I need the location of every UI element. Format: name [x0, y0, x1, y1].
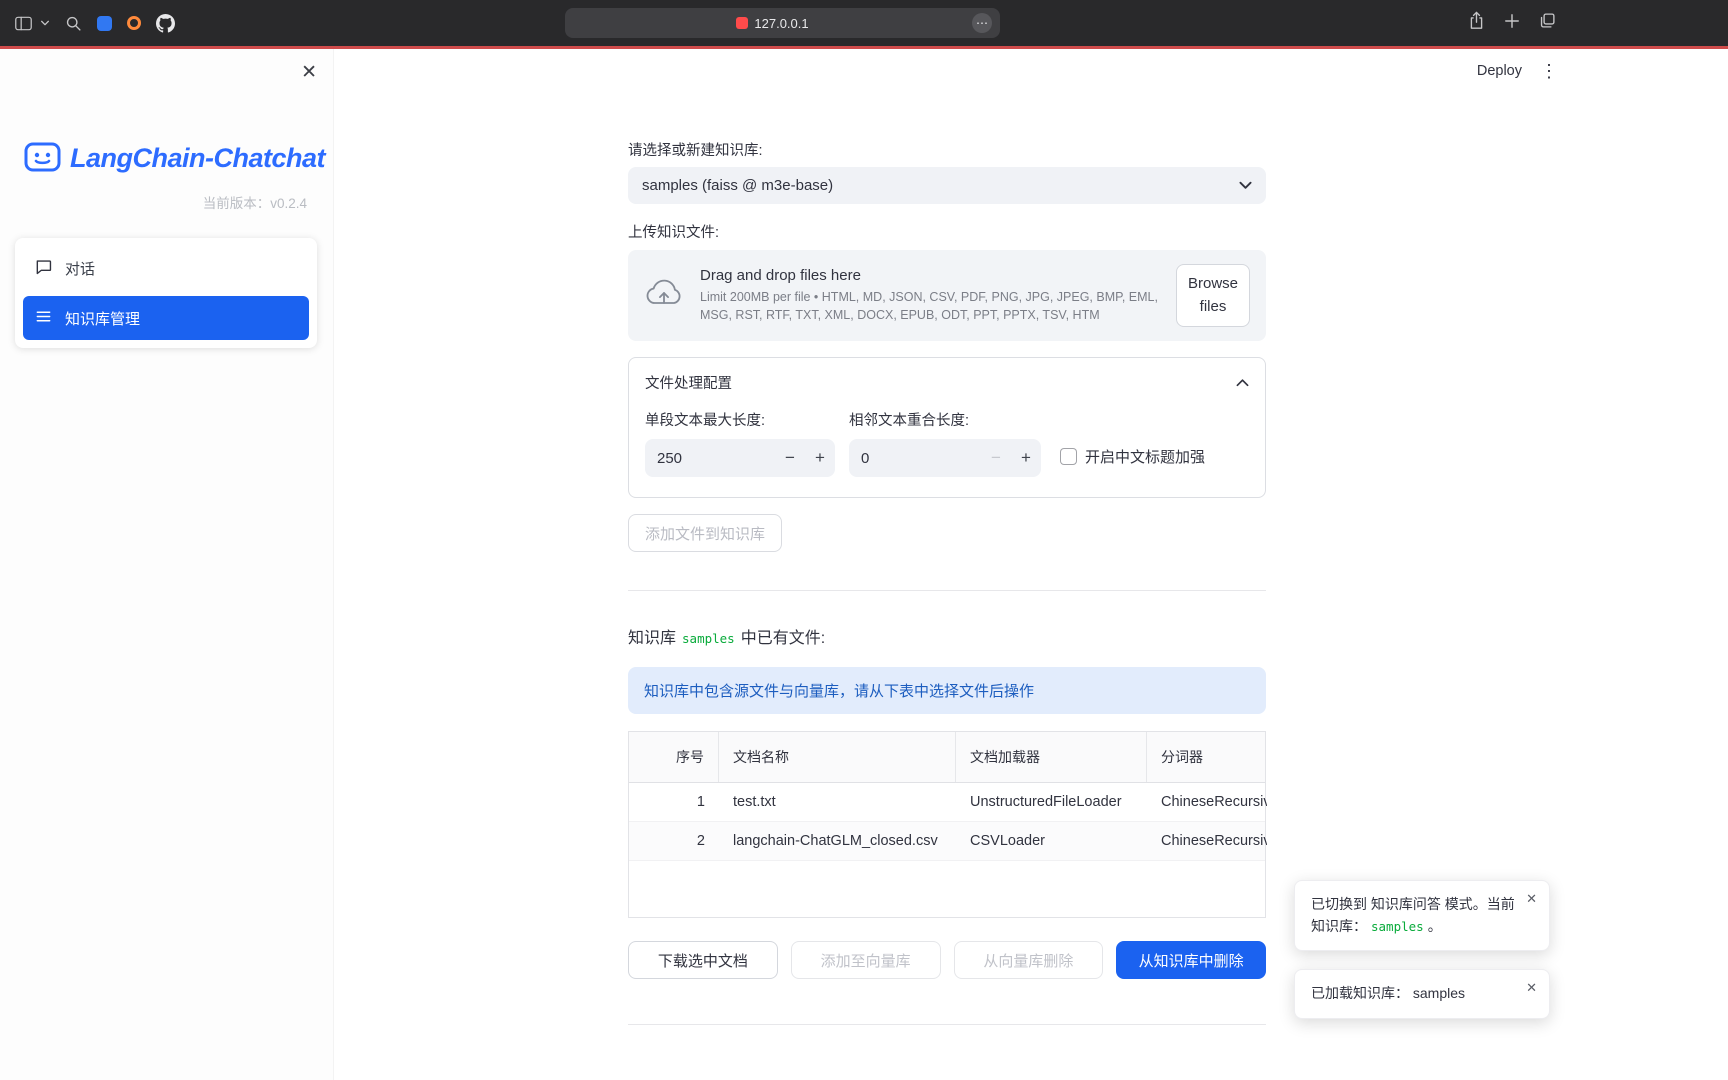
chunk-overlap-increment-icon[interactable]: + [1011, 439, 1041, 477]
heading-prefix: 知识库 [628, 630, 676, 647]
zh-title-enhance-checkbox-group: 开启中文标题加强 [1060, 437, 1205, 475]
share-icon[interactable] [1468, 11, 1485, 35]
add-to-vectorstore-button[interactable]: 添加至向量库 [791, 941, 941, 979]
table-row[interactable]: 2 langchain-ChatGLM_closed.csv CSVLoader… [629, 822, 1265, 861]
toast-kb-code: samples [1371, 919, 1424, 934]
logo-text: LangChain-Chatchat [70, 143, 325, 174]
zh-title-enhance-checkbox[interactable] [1060, 448, 1077, 465]
table-header: 序号 文档名称 文档加载器 分词器 [629, 732, 1265, 783]
chevron-up-icon [1236, 375, 1249, 391]
sidebar-close-icon[interactable]: ✕ [297, 59, 321, 86]
main-menu-icon[interactable]: ⋮ [1540, 62, 1558, 80]
table-empty-space [629, 861, 1265, 917]
sidebar: ✕ LangChain-Chatchat 当前版本：v0.2.4 对话 [0, 49, 334, 1080]
tab-overview-icon[interactable] [1539, 12, 1556, 34]
deploy-button[interactable]: Deploy [1477, 63, 1522, 79]
zh-title-enhance-label[interactable]: 开启中文标题加强 [1085, 446, 1205, 467]
kb-select-value: samples (faiss @ m3e-base) [642, 177, 833, 194]
chunk-overlap-decrement-icon[interactable]: − [981, 439, 1011, 477]
chat-bubble-icon [35, 258, 52, 279]
main-area: Deploy ⋮ 请选择或新建知识库: samples (faiss @ m3e… [334, 49, 1728, 1080]
github-icon[interactable] [156, 14, 175, 33]
search-icon[interactable] [65, 15, 82, 32]
column-header-loader[interactable]: 文档加载器 [956, 732, 1147, 782]
column-header-splitter[interactable]: 分词器 [1147, 732, 1267, 782]
sidebar-item-chat[interactable]: 对话 [23, 246, 309, 290]
expander-title: 文件处理配置 [645, 372, 732, 393]
dropzone-title: Drag and drop files here [700, 267, 1160, 284]
kb-name-code: samples [682, 631, 735, 646]
divider [628, 1024, 1266, 1025]
cell-docname: test.txt [719, 783, 956, 821]
kb-stack-icon [35, 308, 52, 329]
toast-text: 。 [1428, 918, 1442, 934]
file-dropzone[interactable]: Drag and drop files here Limit 200MB per… [628, 250, 1266, 341]
delete-from-kb-button[interactable]: 从知识库中删除 [1116, 941, 1266, 979]
chunk-overlap-input[interactable] [849, 439, 981, 477]
cell-index: 2 [629, 822, 719, 860]
column-header-docname[interactable]: 文档名称 [719, 732, 956, 782]
browser-toolbar: 127.0.0.1 ⋯ [0, 0, 1728, 46]
table-actions: 下载选中文档 添加至向量库 从向量库删除 从知识库中删除 [628, 941, 1266, 979]
file-config-expander: 文件处理配置 单段文本最大长度: − + [628, 357, 1266, 498]
site-favicon [736, 17, 748, 29]
toast-kb-loaded: 已加载知识库： samples ✕ [1294, 969, 1550, 1019]
kb-select[interactable]: samples (faiss @ m3e-base) [628, 167, 1266, 204]
page-settings-icon[interactable]: ⋯ [972, 13, 992, 33]
info-banner: 知识库中包含源文件与向量库，请从下表中选择文件后操作 [628, 667, 1266, 714]
toast-stack: 已切换到 知识库问答 模式。当前知识库：samples。 ✕ 已加载知识库： s… [1294, 880, 1550, 1019]
cell-splitter: ChineseRecursive [1147, 822, 1267, 860]
version-label: 当前版本：v0.2.4 [0, 192, 333, 212]
new-tab-icon[interactable] [1504, 13, 1520, 34]
chunk-overlap-label: 相邻文本重合长度: [849, 409, 1041, 430]
chunk-size-decrement-icon[interactable]: − [775, 439, 805, 477]
cell-docname: langchain-ChatGLM_closed.csv [719, 822, 956, 860]
cell-loader: CSVLoader [956, 822, 1147, 860]
app-logo: LangChain-Chatchat [0, 139, 333, 178]
cell-index: 1 [629, 783, 719, 821]
download-selected-button[interactable]: 下载选中文档 [628, 941, 778, 979]
chunk-overlap-field: 相邻文本重合长度: − + [849, 409, 1041, 477]
sidebar-item-kb-management[interactable]: 知识库管理 [23, 296, 309, 340]
chunk-size-label: 单段文本最大长度: [645, 409, 835, 430]
add-files-to-kb-button[interactable]: 添加文件到知识库 [628, 514, 782, 552]
close-icon[interactable]: ✕ [1524, 979, 1539, 996]
close-icon[interactable]: ✕ [1524, 890, 1539, 907]
dropzone-hint: Limit 200MB per file • HTML, MD, JSON, C… [700, 288, 1160, 324]
chevron-down-icon[interactable] [40, 18, 50, 28]
divider [628, 590, 1266, 591]
delete-from-vectorstore-button[interactable]: 从向量库删除 [954, 941, 1104, 979]
browse-files-button[interactable]: Browse files [1176, 264, 1250, 327]
heading-suffix: 中已有文件: [741, 630, 825, 647]
logo-robot-icon [24, 139, 61, 178]
cloud-upload-icon [644, 276, 684, 315]
url-text: 127.0.0.1 [754, 16, 808, 31]
cell-splitter: ChineseRecursive [1147, 783, 1267, 821]
kb-select-label: 请选择或新建知识库: [628, 139, 1266, 160]
upload-label: 上传知识文件: [628, 221, 1266, 242]
sidebar-item-label: 知识库管理 [65, 308, 140, 329]
column-header-index[interactable]: 序号 [629, 732, 719, 782]
favicon-orange-icon[interactable] [127, 16, 141, 30]
chunk-size-increment-icon[interactable]: + [805, 439, 835, 477]
cell-loader: UnstructuredFileLoader [956, 783, 1147, 821]
chunk-size-field: 单段文本最大长度: − + [645, 409, 835, 477]
expander-header[interactable]: 文件处理配置 [629, 358, 1265, 407]
kb-files-heading: 知识库 samples 中已有文件: [628, 624, 1266, 648]
kb-files-table: 序号 文档名称 文档加载器 分词器 1 test.txt Unstructure… [628, 731, 1266, 918]
sidebar-nav: 对话 知识库管理 [15, 238, 317, 348]
chunk-size-input[interactable] [645, 439, 775, 477]
chevron-down-icon [1239, 177, 1252, 194]
favicon-blue-icon[interactable] [97, 16, 112, 31]
content-column: 请选择或新建知识库: samples (faiss @ m3e-base) 上传… [628, 49, 1266, 1025]
sidebar-item-label: 对话 [65, 258, 95, 279]
toast-mode-switched: 已切换到 知识库问答 模式。当前知识库：samples。 ✕ [1294, 880, 1550, 951]
table-row[interactable]: 1 test.txt UnstructuredFileLoader Chines… [629, 783, 1265, 822]
toast-text: 已加载知识库： samples [1311, 985, 1465, 1001]
url-bar[interactable]: 127.0.0.1 ⋯ [565, 8, 1000, 38]
sidebar-toggle-icon[interactable] [14, 15, 33, 32]
